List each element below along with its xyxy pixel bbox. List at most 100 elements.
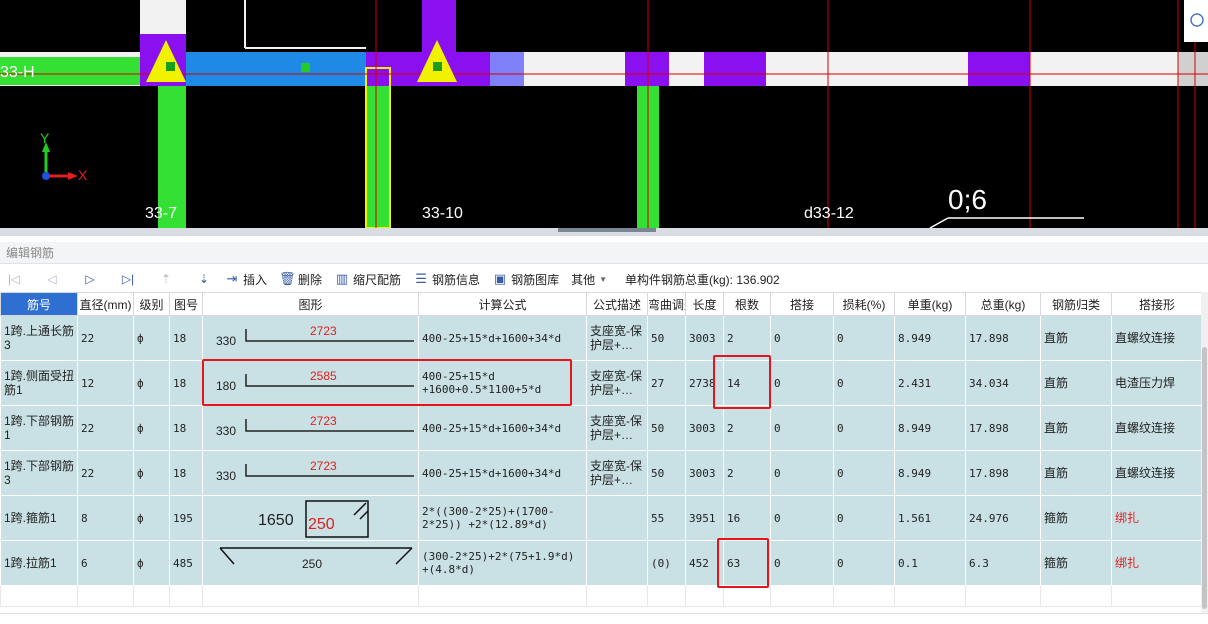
cell-unit-wt[interactable]: 0.1: [894, 540, 966, 586]
cell-length[interactable]: 3003: [685, 450, 724, 496]
cell-dia[interactable]: 6: [77, 540, 134, 586]
cell-dia[interactable]: 8: [77, 495, 134, 541]
rebar-row[interactable]: 1跨.侧面受扭筋1 12 ф 18 180 2585 400-25+15*d +1600+0…: [0, 360, 1203, 406]
cell-lap-type[interactable]: 电渣压力焊: [1111, 360, 1203, 406]
rebar-row[interactable]: 1跨.下部钢筋3 22 ф 18 330 2723 400-25+15*d+1600+34*…: [0, 450, 1203, 496]
column-header[interactable]: 总重(kg): [965, 292, 1041, 316]
shape-cell[interactable]: 180 2585: [202, 360, 419, 406]
cell-dia[interactable]: 22: [77, 405, 134, 451]
cell-formula[interactable]: 2*((300-2*25)+(1700-2*25)) +2*(12.89*d): [418, 495, 587, 541]
cell-unit-wt[interactable]: 8.949: [894, 405, 966, 451]
cell-bend[interactable]: 55: [647, 495, 686, 541]
cell-length[interactable]: 3003: [685, 405, 724, 451]
cell-fig[interactable]: 195: [169, 495, 203, 541]
cell-lap-type[interactable]: 绑扎: [1111, 495, 1203, 541]
vertical-scrollbar[interactable]: [1201, 292, 1208, 613]
column-header[interactable]: 长度: [685, 292, 724, 316]
cell-fig[interactable]: 485: [169, 540, 203, 586]
column-header[interactable]: 损耗(%): [833, 292, 895, 316]
empty-cell[interactable]: [1111, 585, 1203, 607]
column-header[interactable]: 图形: [202, 292, 419, 316]
cell-name[interactable]: 1跨.侧面受扭筋1: [0, 360, 78, 406]
cell-category[interactable]: 直筋: [1040, 360, 1112, 406]
cell-category[interactable]: 箍筋: [1040, 540, 1112, 586]
move-down-button[interactable]: ⇣: [190, 268, 218, 290]
cell-grade[interactable]: ф: [133, 495, 170, 541]
cell-desc[interactable]: 支座宽-保护层+…: [586, 450, 648, 496]
empty-cell[interactable]: [586, 585, 648, 607]
cell-desc[interactable]: 支座宽-保护层+…: [586, 315, 648, 361]
cell-desc[interactable]: [586, 540, 648, 586]
last-record-button[interactable]: ▷|: [114, 268, 142, 290]
cell-total-wt[interactable]: 17.898: [965, 405, 1041, 451]
cell-desc[interactable]: [586, 495, 648, 541]
cell-bend[interactable]: 50: [647, 405, 686, 451]
cell-lap-type[interactable]: 直螺纹连接: [1111, 315, 1203, 361]
empty-cell[interactable]: [770, 585, 834, 607]
cell-bend[interactable]: (0): [647, 540, 686, 586]
cell-dia[interactable]: 22: [77, 450, 134, 496]
column-header[interactable]: 图号: [169, 292, 203, 316]
empty-cell[interactable]: [647, 585, 686, 607]
empty-cell[interactable]: [833, 585, 895, 607]
column-header[interactable]: 计算公式: [418, 292, 587, 316]
cell-grade[interactable]: ф: [133, 450, 170, 496]
first-record-button[interactable]: |◁: [0, 268, 28, 290]
cell-grade[interactable]: ф: [133, 315, 170, 361]
cell-total-wt[interactable]: 34.034: [965, 360, 1041, 406]
column-header[interactable]: 钢筋归类: [1040, 292, 1112, 316]
cell-unit-wt[interactable]: 8.949: [894, 450, 966, 496]
cell-name[interactable]: 1跨.箍筋1: [0, 495, 78, 541]
column-header[interactable]: 筋号: [0, 292, 78, 316]
cell-total-wt[interactable]: 17.898: [965, 450, 1041, 496]
cell-category[interactable]: 直筋: [1040, 315, 1112, 361]
insert-button[interactable]: ⇥ 插入: [220, 268, 271, 290]
cell-length[interactable]: 3951: [685, 495, 724, 541]
panel-splitter[interactable]: [0, 228, 1208, 236]
horizontal-scrollbar[interactable]: [0, 613, 1208, 624]
empty-cell[interactable]: [133, 585, 170, 607]
cell-category[interactable]: 直筋: [1040, 405, 1112, 451]
empty-cell[interactable]: [894, 585, 966, 607]
cell-loss[interactable]: 0: [833, 495, 895, 541]
cell-count[interactable]: 63: [723, 540, 771, 586]
cell-length[interactable]: 2738: [685, 360, 724, 406]
cell-formula[interactable]: 400-25+15*d+1600+34*d: [418, 450, 587, 496]
empty-cell[interactable]: [965, 585, 1041, 607]
column-header[interactable]: 级别: [133, 292, 170, 316]
empty-cell[interactable]: [169, 585, 203, 607]
previous-record-button[interactable]: ◁: [38, 268, 66, 290]
cell-lap-type[interactable]: 直螺纹连接: [1111, 450, 1203, 496]
empty-cell[interactable]: [418, 585, 587, 607]
cell-total-wt[interactable]: 17.898: [965, 315, 1041, 361]
column-header[interactable]: 单重(kg): [894, 292, 966, 316]
column-header[interactable]: 搭接: [770, 292, 834, 316]
rebar-row[interactable]: 1跨.拉筋1 6 ф 485 250 (300-2*25)+2*(75+1.9*d) +(…: [0, 540, 1203, 586]
other-menu-button[interactable]: 其他 ▼: [567, 268, 611, 290]
cell-dia[interactable]: 22: [77, 315, 134, 361]
scale-rebar-button[interactable]: ▥ 缩尺配筋: [330, 268, 405, 290]
rebar-info-button[interactable]: ☰ 钢筋信息: [409, 268, 484, 290]
cell-fig[interactable]: 18: [169, 405, 203, 451]
cell-count[interactable]: 2: [723, 315, 771, 361]
cell-name[interactable]: 1跨.下部钢筋1: [0, 405, 78, 451]
shape-cell[interactable]: 330 2723: [202, 405, 419, 451]
cad-viewport[interactable]: 33-H 33-7 33-10 d33-12 0;6 X Y: [0, 0, 1208, 228]
column-header[interactable]: 公式描述: [586, 292, 648, 316]
shape-cell[interactable]: 330 2723: [202, 315, 419, 361]
cell-formula[interactable]: (300-2*25)+2*(75+1.9*d) +(4.8*d): [418, 540, 587, 586]
rebar-library-button[interactable]: ▣ 钢筋图库: [488, 268, 563, 290]
empty-cell[interactable]: [1040, 585, 1112, 607]
column-header[interactable]: 根数: [723, 292, 771, 316]
cell-count[interactable]: 14: [723, 360, 771, 406]
move-up-button[interactable]: ⇡: [152, 268, 180, 290]
cell-count[interactable]: 16: [723, 495, 771, 541]
empty-row[interactable]: [0, 585, 1203, 607]
empty-cell[interactable]: [685, 585, 724, 607]
cell-loss[interactable]: 0: [833, 405, 895, 451]
cell-total-wt[interactable]: 24.976: [965, 495, 1041, 541]
rebar-row[interactable]: 1跨.上通长筋3 22 ф 18 330 2723 400-25+15*d+1600+34*…: [0, 315, 1203, 361]
cell-count[interactable]: 2: [723, 450, 771, 496]
empty-cell[interactable]: [77, 585, 134, 607]
cell-unit-wt[interactable]: 8.949: [894, 315, 966, 361]
